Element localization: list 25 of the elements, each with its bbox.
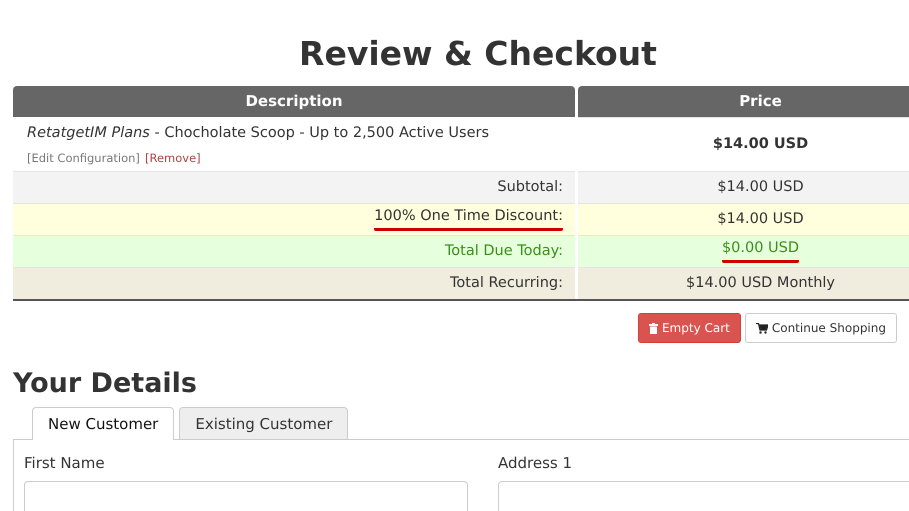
continue-shopping-button[interactable]: Continue Shopping	[744, 313, 897, 343]
input-field[interactable]	[498, 480, 909, 511]
empty-cart-button[interactable]: Empty Cart	[638, 313, 741, 343]
field-label: Address 1	[498, 453, 574, 474]
section-heading: Your Details	[13, 367, 198, 401]
summary-label: Total Due Today:	[444, 242, 563, 261]
column-header: Price	[578, 86, 909, 117]
page-title: Review & Checkout	[298, 34, 658, 74]
summary-value: $14.00 USD	[717, 178, 804, 197]
summary-label: Total Recurring:	[450, 274, 563, 293]
summary-label: 100% One Time Discount:	[374, 208, 563, 231]
remove-link[interactable]: [Remove]	[144, 150, 201, 165]
summary-value: $14.00 USD Monthly	[686, 274, 835, 293]
trash-icon	[648, 322, 658, 334]
tab[interactable]: New Customer	[32, 407, 174, 440]
summary-value: $14.00 USD	[717, 210, 804, 229]
summary-value: $0.00 USD	[722, 240, 800, 263]
summary-label: Subtotal:	[497, 178, 563, 197]
edit-configuration-link[interactable]: [Edit Configuration]	[27, 150, 140, 165]
cart-icon	[756, 322, 768, 334]
product-name: RetatgetIM Plans - Chocholate Scoop - Up to 2,500 Active Users	[27, 124, 490, 143]
tab[interactable]: Existing Customer	[179, 407, 348, 439]
field-label: First Name	[24, 453, 106, 474]
column-header: Description	[13, 86, 575, 117]
input-field[interactable]	[24, 480, 468, 511]
